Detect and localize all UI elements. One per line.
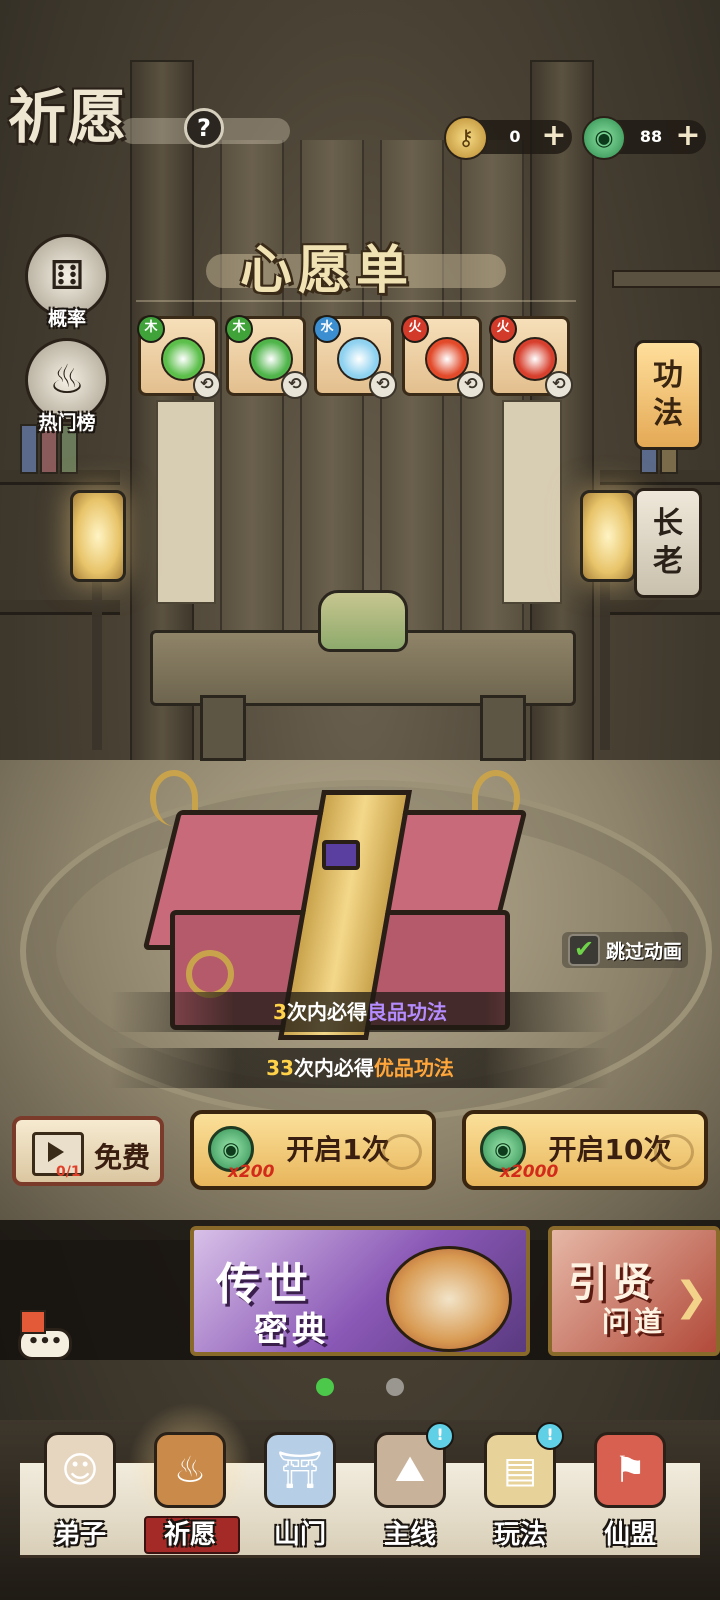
tab-gongfa[interactable]: 功 法 <box>634 340 702 450</box>
guarantee-fine: 33次内必得优品功法 <box>110 1048 610 1088</box>
skip-animation-toggle[interactable]: ✔ 跳过动画 <box>562 932 689 968</box>
promo-title-line2: 问道 <box>602 1305 667 1338</box>
nav-item[interactable]: ⛰! 主线 <box>360 1422 460 1552</box>
nav-item[interactable]: ☺ 弟子 <box>30 1432 130 1552</box>
tab-elder[interactable]: 长 老 <box>634 488 702 598</box>
page-title: 祈愿 <box>8 83 129 151</box>
help-button[interactable]: ? <box>184 108 224 148</box>
nav-item[interactable]: ♨ 祈愿 <box>128 1402 252 1554</box>
free-draw-button[interactable]: 0/1 免费 <box>12 1116 164 1186</box>
add-jade-button[interactable]: + <box>674 121 702 151</box>
chevron-right-icon: ❯ <box>674 1274 708 1320</box>
guarantee-good: 3次内必得良品功法 <box>110 992 610 1032</box>
skip-animation-label: 跳过动画 <box>606 940 683 963</box>
open-once-button[interactable]: ◉ x200 开启1次 <box>190 1110 436 1190</box>
disciple-icon: ☺ <box>44 1432 116 1508</box>
alert-badge-icon: ! <box>426 1422 454 1450</box>
key-count: 0 <box>509 127 521 146</box>
probability-label: 概率 <box>47 308 86 330</box>
chest-gem <box>322 840 360 870</box>
free-draw-label: 免费 <box>94 1141 151 1174</box>
ranking-label: 热门榜 <box>38 412 96 434</box>
tab-elder-char1: 长 <box>653 506 683 541</box>
wishlist-card[interactable]: 火 ⟲ <box>489 315 573 399</box>
nav-label: 弟子 <box>53 1520 106 1550</box>
altar-leg <box>200 695 246 761</box>
nav-label: 仙盟 <box>603 1520 656 1550</box>
cloud-swirl-icon <box>654 1134 694 1170</box>
incense-burner <box>318 590 408 652</box>
sect-gate-icon: ⛩ <box>264 1432 336 1508</box>
guarantee-count: 3 <box>273 1000 287 1024</box>
element-badge: 火 <box>401 315 429 343</box>
carousel-dot[interactable] <box>386 1378 404 1396</box>
bookshelf <box>600 600 720 615</box>
wishlist-card[interactable]: 木 ⟲ <box>225 315 309 399</box>
wishlist-divider <box>136 300 576 302</box>
play-icon <box>48 1142 64 1162</box>
treasure-chest[interactable] <box>142 770 528 1040</box>
calligraphy-banner <box>156 400 216 604</box>
promo-title-line2: 密典 <box>254 1310 330 1350</box>
nav-item[interactable]: ▤! 玩法 <box>470 1422 570 1552</box>
dragon-art-icon <box>386 1246 512 1352</box>
element-badge: 火 <box>489 315 517 343</box>
jade-counter: ◉ 88 + <box>582 116 706 160</box>
nav-label: 主线 <box>383 1520 436 1550</box>
probability-button[interactable]: ⚅ 概率 <box>24 234 110 331</box>
element-badge: 木 <box>225 315 253 343</box>
jade-coin-icon: ◉ <box>582 116 626 160</box>
checkbox-check-icon[interactable]: ✔ <box>568 934 600 966</box>
cloud-swirl-icon <box>382 1134 422 1170</box>
altar-leg <box>480 695 526 761</box>
guarantee-count: 33 <box>266 1056 294 1080</box>
chat-button[interactable]: ••• <box>18 1310 74 1362</box>
alliance-banner-icon: ⚑ <box>594 1432 666 1508</box>
wishlist-card[interactable]: 水 ⟲ <box>313 315 397 399</box>
nav-label: 祈愿 <box>163 1520 216 1550</box>
free-draw-counter: 0/1 <box>56 1164 81 1180</box>
swap-icon[interactable]: ⟲ <box>369 371 397 399</box>
jade-count: 88 <box>639 127 663 146</box>
element-badge: 木 <box>137 315 165 343</box>
guarantee-text: 次内必得 <box>293 1056 374 1080</box>
wall-plank <box>220 140 284 700</box>
swap-icon[interactable]: ⟲ <box>281 371 309 399</box>
wishlist-title: 心愿单 <box>240 240 415 301</box>
guarantee-text: 次内必得 <box>286 1000 367 1024</box>
swap-icon[interactable]: ⟲ <box>545 371 573 399</box>
red-envelope-icon <box>20 1310 46 1334</box>
wishlist-card[interactable]: 火 ⟲ <box>401 315 485 399</box>
guarantee-quality: 良品功法 <box>366 1000 447 1024</box>
tab-elder-char2: 老 <box>653 544 683 579</box>
swap-icon[interactable]: ⟲ <box>193 371 221 399</box>
chest-ring <box>186 950 234 998</box>
tab-hanger <box>612 270 720 288</box>
tab-gongfa-char2: 法 <box>653 396 683 431</box>
open-once-cost: x200 <box>228 1162 275 1182</box>
lantern <box>70 490 126 582</box>
add-keys-button[interactable]: + <box>540 121 568 151</box>
ranking-button[interactable]: ♨ 热门榜 <box>24 338 110 435</box>
lantern <box>580 490 636 582</box>
nav-label: 山门 <box>273 1520 326 1550</box>
element-badge: 水 <box>313 315 341 343</box>
wishlist-card[interactable]: 木 ⟲ <box>137 315 221 399</box>
wish-scroll-icon: ♨ <box>154 1432 226 1508</box>
key-counter: ⚷ 0 + <box>444 116 572 160</box>
nav-label: 玩法 <box>493 1520 546 1550</box>
alert-badge-icon: ! <box>536 1422 564 1450</box>
calligraphy-banner <box>502 400 562 604</box>
nav-item[interactable]: ⚑ 仙盟 <box>580 1432 680 1552</box>
carousel-dot-active[interactable] <box>316 1378 334 1396</box>
swap-icon[interactable]: ⟲ <box>457 371 485 399</box>
tab-gongfa-char1: 功 <box>653 358 683 393</box>
key-icon: ⚷ <box>444 116 488 160</box>
bookshelf <box>0 600 120 615</box>
open-ten-button[interactable]: ◉ x2000 开启10次 <box>462 1110 708 1190</box>
nav-item[interactable]: ⛩ 山门 <box>250 1432 350 1552</box>
promo-banner-legacy[interactable]: 传世 密典 <box>190 1226 530 1356</box>
promo-banner-recruit[interactable]: 引贤 问道 ❯ <box>548 1226 720 1356</box>
guarantee-quality: 优品功法 <box>373 1056 454 1080</box>
